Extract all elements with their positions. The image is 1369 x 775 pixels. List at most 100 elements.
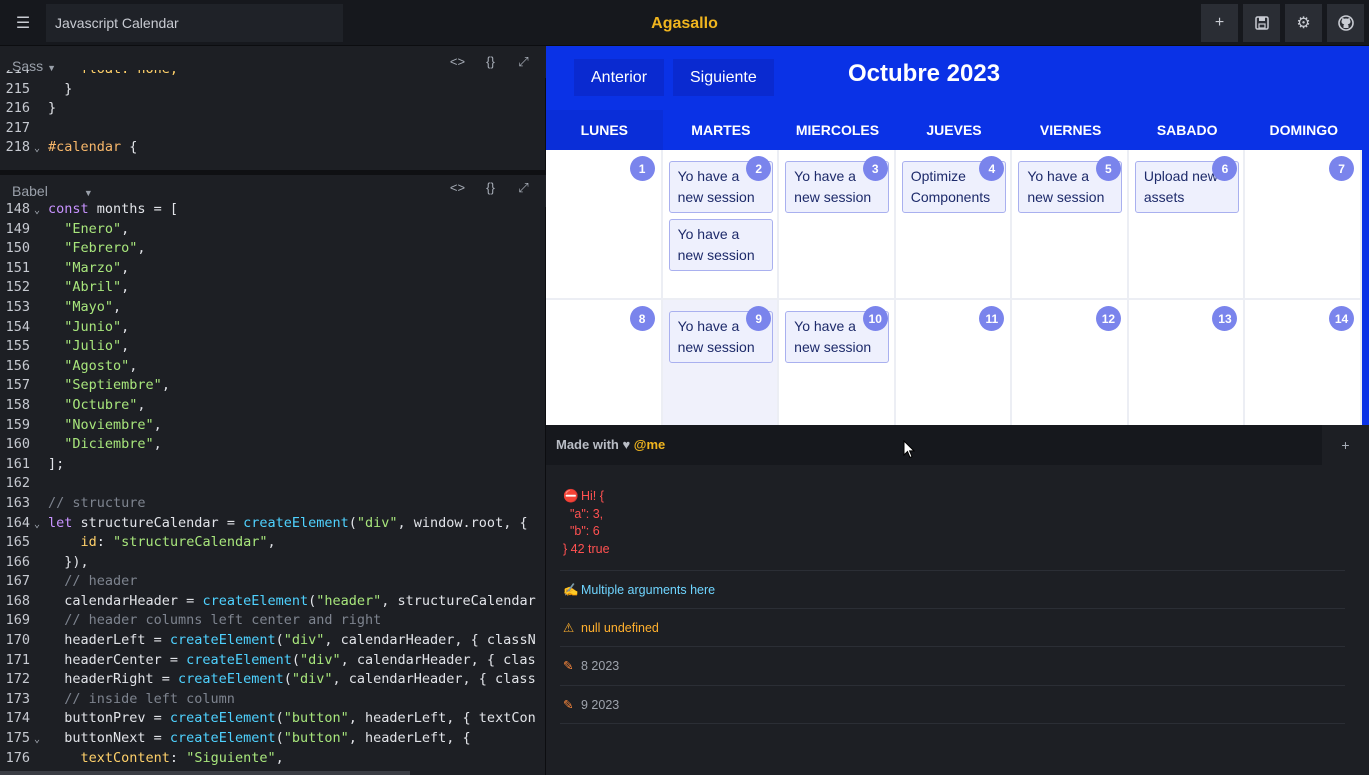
fold-gutter xyxy=(34,710,48,730)
author-link[interactable]: @me xyxy=(634,437,665,452)
js-code-area[interactable]: 148 ⌄ const months = [149 "Enero", 150 "Feb… xyxy=(0,200,540,769)
line-number: 151 xyxy=(5,259,30,276)
code-line: 151 "Marzo", xyxy=(0,259,540,279)
fold-gutter xyxy=(34,691,48,711)
line-number: 166 xyxy=(5,553,30,570)
fold-chevron-icon[interactable]: ⌄ xyxy=(34,139,48,159)
line-number: 153 xyxy=(5,298,30,315)
line-number: 171 xyxy=(5,651,30,668)
github-button[interactable] xyxy=(1327,4,1364,42)
calendar-day-cell[interactable]: 4 Optimize Components xyxy=(895,150,1013,300)
fold-chevron-icon[interactable]: ⌄ xyxy=(34,730,48,750)
code-token: "Noviembre" xyxy=(64,416,154,433)
code-text: } xyxy=(48,81,72,97)
calendar-day-cell[interactable]: 8 xyxy=(546,300,663,425)
console-log-line: } 42 true xyxy=(563,541,1345,559)
fold-gutter xyxy=(34,358,48,378)
code-line: 149 "Enero", xyxy=(0,220,540,240)
console-log-text: null undefined xyxy=(581,621,659,635)
expand-icon[interactable]: ⤢ xyxy=(513,180,534,196)
format-braces-icon[interactable]: {} xyxy=(480,54,501,70)
code-token: createElement xyxy=(169,730,276,747)
css-code-area[interactable]: 214 float: none;215 }216 }217 218⌄#calen… xyxy=(0,70,540,168)
code-token: float: none; xyxy=(81,70,179,77)
code-text: let structureCalendar = createElement("d… xyxy=(48,515,528,531)
fold-gutter xyxy=(34,652,48,672)
code-text: headerLeft = createElement("div", calend… xyxy=(48,632,536,649)
made-with-label: Made with ♥ xyxy=(556,437,631,452)
calendar-day-cell[interactable]: 3 Yo have a new session xyxy=(779,150,896,300)
calendar-day-cell[interactable]: 14 xyxy=(1245,300,1362,425)
code-line: 161 ]; xyxy=(0,455,540,475)
code-line: 172 headerRight = createElement("div", c… xyxy=(0,670,540,690)
code-token: , xyxy=(113,298,122,315)
day-number-badge: 8 xyxy=(629,306,655,331)
previous-month-button[interactable]: Anterior xyxy=(574,59,665,96)
day-number-badge: 11 xyxy=(979,306,1005,331)
calendar-day-cell[interactable]: 9 Yo have a new session xyxy=(662,300,780,425)
code-token: : xyxy=(169,749,187,766)
code-view-icon[interactable]: <> xyxy=(447,54,468,70)
code-token: ( xyxy=(291,651,300,668)
weekday-label: DOMINGO xyxy=(1269,122,1338,138)
code-token: "div" xyxy=(356,514,398,531)
code-token: textContent xyxy=(80,749,170,766)
code-text: // inside left column xyxy=(48,691,235,707)
code-text: "Octubre", xyxy=(48,396,145,413)
day-number-badge: 2 xyxy=(746,156,772,181)
calendar-day-cell[interactable]: 6 Upload new assets xyxy=(1128,150,1246,300)
console-add-button[interactable]: + xyxy=(1322,425,1369,465)
add-button[interactable]: + xyxy=(1201,4,1238,42)
fold-gutter xyxy=(34,495,48,515)
code-token: ( xyxy=(348,514,357,531)
code-line: 152 "Abril", xyxy=(0,278,540,298)
code-line: 154 "Junio", xyxy=(0,318,540,338)
calendar-day-cell[interactable]: 10 Yo have a new session xyxy=(779,300,896,425)
code-token: ( xyxy=(275,710,284,727)
fold-chevron-icon[interactable]: ⌄ xyxy=(34,201,48,221)
code-token: , headerLeft, { xyxy=(348,730,471,747)
code-view-icon[interactable]: <> xyxy=(447,180,468,196)
fold-gutter xyxy=(34,417,48,437)
chevron-down-icon: ▼ xyxy=(83,188,93,198)
code-token: , calendarHeader, { classN xyxy=(324,632,536,649)
settings-button[interactable]: ⚙ xyxy=(1285,4,1322,42)
code-token: , window.root, { xyxy=(397,514,528,531)
save-button[interactable] xyxy=(1243,4,1280,42)
calendar-day-cell[interactable]: 12 xyxy=(1012,300,1129,425)
fold-gutter xyxy=(34,436,48,456)
code-line: 153 "Mayo", xyxy=(0,298,540,318)
weekday-label: MARTES xyxy=(691,122,751,138)
github-icon xyxy=(1337,15,1354,31)
code-token: #calendar xyxy=(48,139,122,156)
calendar-header: Anterior Siguiente Octubre 2023 xyxy=(546,46,1362,110)
code-token: "Enero" xyxy=(64,220,122,237)
calendar-day-cell[interactable]: 5 Yo have a new session xyxy=(1012,150,1129,300)
code-line: 157 "Septiembre", xyxy=(0,376,540,396)
next-month-button[interactable]: Siguiente xyxy=(673,59,774,96)
calendar-day-cell[interactable]: 2 Yo have a new session Yo have a new sess… xyxy=(662,150,780,300)
code-line: 148 ⌄ const months = [ xyxy=(0,200,540,220)
code-token: , xyxy=(121,338,130,355)
calendar-day-cell[interactable]: 1 xyxy=(546,150,663,300)
expand-icon[interactable]: ⤢ xyxy=(513,54,534,70)
hamburger-icon: ☰ xyxy=(15,15,31,32)
calendar-day-cell[interactable]: 13 xyxy=(1128,300,1246,425)
line-number: 161 xyxy=(5,455,30,472)
horizontal-scrollbar[interactable] xyxy=(0,771,410,775)
fold-chevron-icon[interactable]: ⌄ xyxy=(34,515,48,535)
code-token: buttonNext = xyxy=(48,730,170,747)
console-log-line: ⛔ Hi! { xyxy=(563,488,1345,506)
code-line: 176 textContent: "Siguiente", xyxy=(0,749,540,769)
menu-button[interactable]: ☰ xyxy=(8,8,38,38)
pen-title-input[interactable]: Javascript Calendar xyxy=(46,4,343,42)
code-line: 166 }), xyxy=(0,553,540,573)
calendar-day-cell[interactable]: 7 xyxy=(1245,150,1362,300)
format-braces-icon[interactable]: {} xyxy=(480,180,501,196)
calendar-event[interactable]: Yo have a new session xyxy=(668,219,773,271)
calendar-day-cell[interactable]: 11 xyxy=(895,300,1013,425)
code-token: "Octubre" xyxy=(64,396,138,413)
fold-gutter xyxy=(34,573,48,593)
js-language-select[interactable]: Babel ▼ xyxy=(12,183,93,199)
